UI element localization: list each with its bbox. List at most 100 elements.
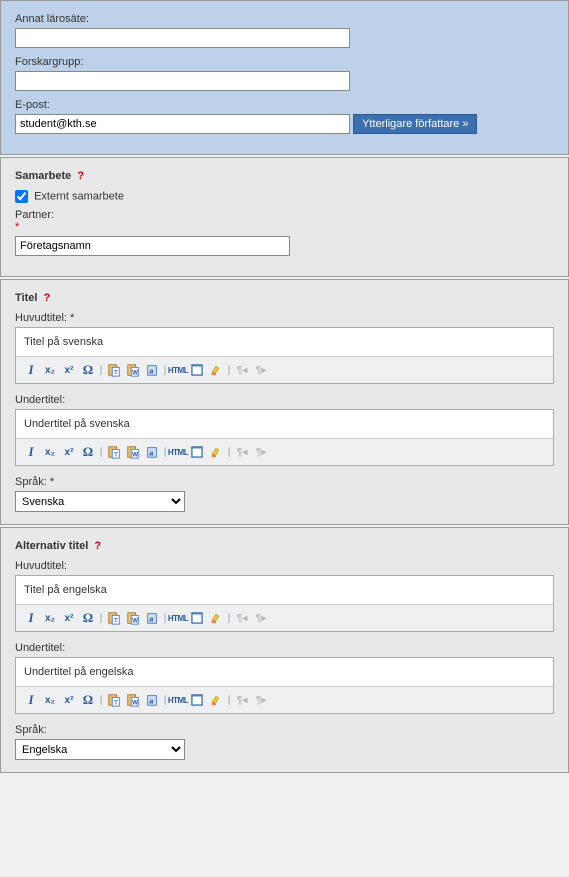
italic-icon[interactable]: I — [22, 609, 40, 627]
partner-label: Partner: * — [15, 209, 554, 233]
alt-lang-select[interactable]: Engelska — [15, 739, 185, 760]
superscript-icon[interactable]: x² — [60, 361, 78, 379]
svg-text:T: T — [114, 369, 118, 376]
subscript-icon[interactable]: x₂ — [41, 443, 59, 461]
alt-title-panel: Alternativ titel ? Huvudtitel: Titel på … — [0, 527, 569, 773]
paste-plain-icon[interactable]: a — [143, 361, 161, 379]
cleanup-icon[interactable] — [207, 691, 225, 709]
alt-maintitle-content[interactable]: Titel på engelska — [16, 576, 553, 604]
separator-icon: | — [98, 609, 104, 627]
editor-toolbar: I x₂ x² Ω | T W a | HTML | ¶◂ ¶▸ — [16, 438, 553, 465]
svg-text:a: a — [149, 699, 153, 706]
separator-icon: | — [98, 443, 104, 461]
subscript-icon[interactable]: x₂ — [41, 361, 59, 379]
help-icon[interactable]: ? — [77, 170, 84, 182]
cleanup-icon[interactable] — [207, 609, 225, 627]
help-icon[interactable]: ? — [43, 292, 50, 304]
lang-select[interactable]: Svenska — [15, 491, 185, 512]
cleanup-icon[interactable] — [207, 361, 225, 379]
html-icon[interactable]: HTML — [169, 443, 187, 461]
paste-text-icon[interactable]: T — [105, 361, 123, 379]
subscript-icon[interactable]: x₂ — [41, 691, 59, 709]
paste-plain-icon[interactable]: a — [143, 691, 161, 709]
add-author-button[interactable]: Ytterligare författare » — [353, 114, 477, 134]
editor-toolbar: I x₂ x² Ω | T W a | HTML | ¶◂ ¶▸ — [16, 686, 553, 713]
help-icon[interactable]: ? — [94, 540, 101, 552]
author-panel: Annat lärosäte: Forskargrupp: E-post: Yt… — [0, 0, 569, 155]
external-collab-checkbox[interactable] — [15, 190, 28, 203]
omega-icon[interactable]: Ω — [79, 691, 97, 709]
omega-icon[interactable]: Ω — [79, 609, 97, 627]
paste-word-icon[interactable]: W — [124, 691, 142, 709]
paste-word-icon[interactable]: W — [124, 443, 142, 461]
paste-word-icon[interactable]: W — [124, 609, 142, 627]
omega-icon[interactable]: Ω — [79, 361, 97, 379]
separator-icon: | — [226, 361, 232, 379]
ltr-icon[interactable]: ¶◂ — [233, 443, 251, 461]
fullscreen-icon[interactable] — [188, 691, 206, 709]
external-collab-label: Externt samarbete — [34, 190, 124, 202]
superscript-icon[interactable]: x² — [60, 609, 78, 627]
paste-text-icon[interactable]: T — [105, 443, 123, 461]
email-input[interactable] — [15, 114, 350, 134]
fullscreen-icon[interactable] — [188, 361, 206, 379]
rtl-icon[interactable]: ¶▸ — [252, 361, 270, 379]
paste-text-icon[interactable]: T — [105, 691, 123, 709]
ltr-icon[interactable]: ¶◂ — [233, 361, 251, 379]
rtl-icon[interactable]: ¶▸ — [252, 443, 270, 461]
alt-maintitle-editor: Titel på engelska I x₂ x² Ω | T W a | HT… — [15, 575, 554, 632]
separator-icon: | — [226, 443, 232, 461]
subtitle-content[interactable]: Undertitel på svenska — [16, 410, 553, 438]
omega-icon[interactable]: Ω — [79, 443, 97, 461]
research-group-label: Forskargrupp: — [15, 56, 554, 68]
italic-icon[interactable]: I — [22, 443, 40, 461]
svg-text:T: T — [114, 451, 118, 458]
paste-text-icon[interactable]: T — [105, 609, 123, 627]
collaboration-title-text: Samarbete — [15, 170, 71, 182]
separator-icon: | — [98, 691, 104, 709]
editor-toolbar: I x₂ x² Ω | T W a | HTML | ¶◂ ¶▸ — [16, 356, 553, 383]
paste-plain-icon[interactable]: a — [143, 609, 161, 627]
separator-icon: | — [226, 691, 232, 709]
svg-text:T: T — [114, 699, 118, 706]
svg-text:a: a — [149, 369, 153, 376]
paste-word-icon[interactable]: W — [124, 361, 142, 379]
alt-subtitle-editor: Undertitel på engelska I x₂ x² Ω | T W a… — [15, 657, 554, 714]
collaboration-panel: Samarbete ? Externt samarbete Partner: * — [0, 157, 569, 277]
other-institution-label: Annat lärosäte: — [15, 13, 554, 25]
title-heading: Titel ? — [15, 292, 554, 304]
other-institution-input[interactable] — [15, 28, 350, 48]
superscript-icon[interactable]: x² — [60, 691, 78, 709]
html-icon[interactable]: HTML — [169, 691, 187, 709]
alt-maintitle-label: Huvudtitel: — [15, 560, 554, 572]
collaboration-heading: Samarbete ? — [15, 170, 554, 182]
partner-input[interactable] — [15, 236, 290, 256]
email-label: E-post: — [15, 99, 554, 111]
maintitle-content[interactable]: Titel på svenska — [16, 328, 553, 356]
html-icon[interactable]: HTML — [169, 609, 187, 627]
ltr-icon[interactable]: ¶◂ — [233, 691, 251, 709]
alt-subtitle-content[interactable]: Undertitel på engelska — [16, 658, 553, 686]
svg-text:a: a — [149, 451, 153, 458]
superscript-icon[interactable]: x² — [60, 443, 78, 461]
ltr-icon[interactable]: ¶◂ — [233, 609, 251, 627]
research-group-input[interactable] — [15, 71, 350, 91]
subtitle-editor: Undertitel på svenska I x₂ x² Ω | T W a … — [15, 409, 554, 466]
italic-icon[interactable]: I — [22, 361, 40, 379]
svg-text:W: W — [132, 451, 138, 458]
fullscreen-icon[interactable] — [188, 443, 206, 461]
svg-text:a: a — [149, 617, 153, 624]
svg-text:T: T — [114, 617, 118, 624]
cleanup-icon[interactable] — [207, 443, 225, 461]
maintitle-editor: Titel på svenska I x₂ x² Ω | T W a | HTM… — [15, 327, 554, 384]
alt-title-heading: Alternativ titel ? — [15, 540, 554, 552]
svg-text:W: W — [132, 369, 138, 376]
html-icon[interactable]: HTML — [169, 361, 187, 379]
paste-plain-icon[interactable]: a — [143, 443, 161, 461]
rtl-icon[interactable]: ¶▸ — [252, 609, 270, 627]
fullscreen-icon[interactable] — [188, 609, 206, 627]
rtl-icon[interactable]: ¶▸ — [252, 691, 270, 709]
alt-lang-label: Språk: — [15, 724, 554, 736]
subscript-icon[interactable]: x₂ — [41, 609, 59, 627]
italic-icon[interactable]: I — [22, 691, 40, 709]
